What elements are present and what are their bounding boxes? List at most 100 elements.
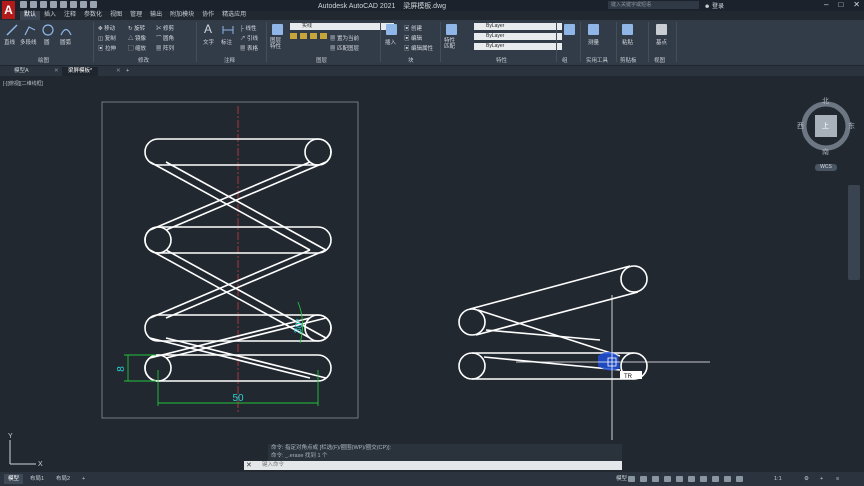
paste-icon[interactable] xyxy=(622,24,633,35)
arc-icon[interactable] xyxy=(60,24,72,36)
groups-panel-label[interactable]: 组 xyxy=(562,56,568,64)
undo-icon[interactable] xyxy=(80,1,87,8)
osnap-icon[interactable] xyxy=(676,476,683,482)
arc-button[interactable]: 圆弧 xyxy=(60,38,71,46)
stretch-button[interactable]: ▣ 拉伸 xyxy=(98,44,116,52)
layout-tab-model[interactable]: 模型 xyxy=(4,474,24,484)
insert-button[interactable]: 插入 xyxy=(385,38,396,46)
edit-attributes-button[interactable]: ▣ 编辑属性 xyxy=(404,44,433,52)
login-button[interactable]: ☻ 登录 xyxy=(704,1,724,10)
draw-panel-label[interactable]: 绘图 xyxy=(38,56,49,64)
viewcube-west[interactable]: 西 xyxy=(797,121,804,131)
snap-icon[interactable] xyxy=(640,476,647,482)
plus-icon[interactable]: + xyxy=(816,474,827,484)
open-icon[interactable] xyxy=(30,1,37,8)
annotation-scale-icon[interactable] xyxy=(736,476,743,482)
move-button[interactable]: ✥ 移动 xyxy=(98,24,115,32)
polar-icon[interactable] xyxy=(664,476,671,482)
minimize-icon[interactable]: – xyxy=(824,0,828,9)
layer-lock-icon[interactable] xyxy=(310,33,317,39)
match-layer-button[interactable]: ▦ 匹配图层 xyxy=(330,44,359,52)
tab-output[interactable]: 输出 xyxy=(146,11,166,20)
circle-icon[interactable] xyxy=(42,24,54,36)
linear-button[interactable]: ├ 线性 xyxy=(240,24,256,32)
maximize-icon[interactable]: □ xyxy=(838,0,843,9)
base-view-icon[interactable] xyxy=(656,24,667,35)
tab-insert[interactable]: 插入 xyxy=(40,11,60,20)
saveas-icon[interactable] xyxy=(50,1,57,8)
leader-button[interactable]: ↗ 引线 xyxy=(240,34,258,42)
layers-panel-label[interactable]: 图层 xyxy=(316,56,327,64)
menu-icon[interactable]: ≡ xyxy=(832,474,843,484)
new-icon[interactable] xyxy=(20,1,27,8)
doc-tab-model-a[interactable]: 模型A xyxy=(8,67,35,76)
circle-button[interactable]: 圆 xyxy=(44,38,50,46)
add-layout-icon[interactable]: + xyxy=(78,474,89,484)
line-icon[interactable] xyxy=(6,24,18,36)
layer-freeze-icon[interactable] xyxy=(300,33,307,39)
table-button[interactable]: ▦ 表格 xyxy=(240,44,258,52)
measure-icon[interactable] xyxy=(588,24,599,35)
drawing-canvas[interactable]: 8 50 30° TR Y X xyxy=(0,78,864,472)
tab-parametric[interactable]: 参数化 xyxy=(80,11,106,20)
close-icon[interactable]: ✕ xyxy=(246,461,252,469)
lineweight-dropdown[interactable]: ByLayer xyxy=(474,43,562,50)
layout-tab-2[interactable]: 布局2 xyxy=(52,474,74,484)
otrack-icon[interactable] xyxy=(688,476,695,482)
redo-icon[interactable] xyxy=(90,1,97,8)
edit-block-button[interactable]: ▣ 编辑 xyxy=(404,34,422,42)
paste-button[interactable]: 粘贴 xyxy=(622,38,633,46)
copy-button[interactable]: ◫ 复制 xyxy=(98,34,116,42)
gear-icon[interactable]: ⚙ xyxy=(800,474,813,484)
layer-isolate-icon[interactable] xyxy=(320,33,327,39)
tab-manage[interactable]: 管理 xyxy=(126,11,146,20)
grid-icon[interactable] xyxy=(628,476,635,482)
view-panel-label[interactable]: 视图 xyxy=(654,56,665,64)
ortho-icon[interactable] xyxy=(652,476,659,482)
search-input[interactable]: 键入关键字或短语 xyxy=(608,1,699,9)
viewcube-east[interactable]: 东 xyxy=(848,121,855,131)
wcs-button[interactable]: WCS xyxy=(815,164,837,171)
command-input[interactable] xyxy=(262,461,617,469)
layer-on-icon[interactable] xyxy=(290,33,297,39)
insert-block-icon[interactable] xyxy=(386,24,397,35)
dimension-icon[interactable] xyxy=(222,24,234,36)
array-button[interactable]: ▦ 阵列 xyxy=(156,44,174,52)
match-properties-button[interactable]: 特性匹配 xyxy=(444,38,458,50)
utilities-panel-label[interactable]: 实用工具 xyxy=(586,56,608,64)
make-current-button[interactable]: ▦ 置为当前 xyxy=(330,34,359,42)
color-dropdown[interactable]: ByLayer xyxy=(474,23,562,30)
save-icon[interactable] xyxy=(40,1,47,8)
doc-tab-template[interactable]: 梁屏模板* xyxy=(62,67,99,76)
polyline-icon[interactable] xyxy=(24,24,36,36)
dimension-button[interactable]: 标注 xyxy=(221,38,232,46)
trim-button[interactable]: ✂ 修剪 xyxy=(156,24,174,32)
scale-button[interactable]: ▢ 缩放 xyxy=(128,44,146,52)
fillet-button[interactable]: ⌒ 圆角 xyxy=(156,34,174,42)
polyline-button[interactable]: 多段线 xyxy=(20,38,37,46)
match-properties-icon[interactable] xyxy=(446,24,457,35)
viewcube-top[interactable]: 上 xyxy=(822,121,829,131)
tab-addins[interactable]: 附加模块 xyxy=(166,11,198,20)
web-open-icon[interactable] xyxy=(60,1,67,8)
measure-button[interactable]: 测量 xyxy=(588,38,599,46)
create-block-button[interactable]: ▣ 创建 xyxy=(404,24,422,32)
tab-annotate[interactable]: 注释 xyxy=(60,11,80,20)
modify-panel-label[interactable]: 修改 xyxy=(138,56,149,64)
properties-panel-label[interactable]: 特性 xyxy=(496,56,507,64)
new-tab-icon[interactable]: + xyxy=(120,67,135,76)
linetype-dropdown[interactable]: ByLayer xyxy=(474,33,562,40)
annotation-scale[interactable]: 1:1 xyxy=(770,474,786,484)
tab-view[interactable]: 视图 xyxy=(106,11,126,20)
layer-properties-icon[interactable] xyxy=(272,24,283,35)
mirror-button[interactable]: △ 镜像 xyxy=(128,34,146,42)
text-icon[interactable]: A xyxy=(204,23,215,35)
navigation-bar[interactable] xyxy=(848,185,860,280)
tab-featured[interactable]: 精选应用 xyxy=(218,11,250,20)
layer-dropdown[interactable]: 实线 xyxy=(290,23,394,30)
tab-default[interactable]: 默认 xyxy=(20,11,41,20)
layer-properties-button[interactable]: 图层特性 xyxy=(270,38,284,50)
annotation-panel-label[interactable]: 注释 xyxy=(224,56,235,64)
tab-collaborate[interactable]: 协作 xyxy=(198,11,218,20)
text-button[interactable]: 文字 xyxy=(203,38,214,46)
